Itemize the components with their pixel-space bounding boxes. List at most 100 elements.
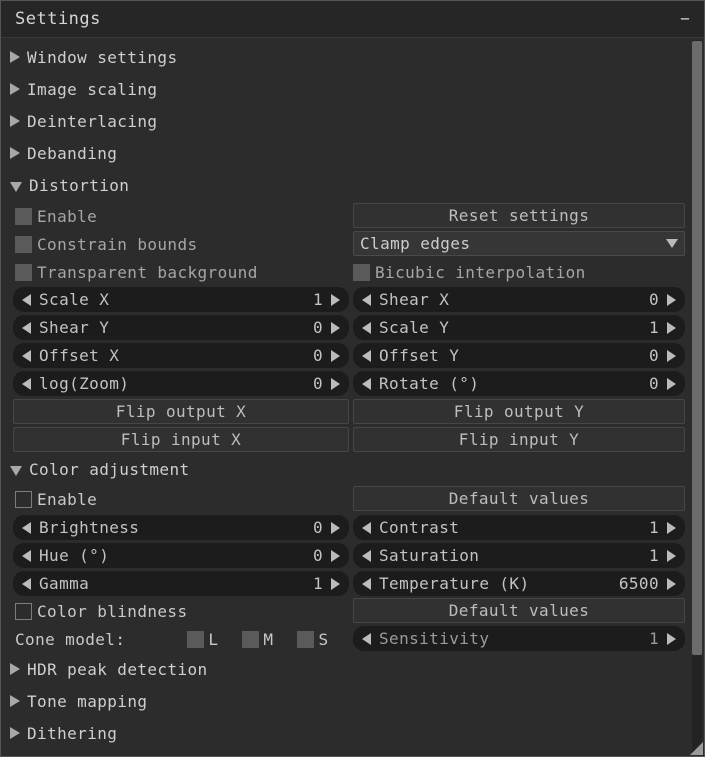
triangle-right-icon: [10, 147, 20, 159]
slider-label: Brightness: [39, 518, 140, 537]
arrow-right-icon[interactable]: [331, 349, 340, 362]
slider-label: Rotate (°): [379, 374, 480, 393]
arrow-right-icon[interactable]: [667, 349, 676, 362]
slider-label: Hue (°): [39, 546, 110, 565]
checkbox-distortion-enable[interactable]: Enable: [15, 204, 97, 228]
checkbox-cone-m[interactable]: M: [242, 630, 273, 649]
slider-offset-x[interactable]: Offset X 0: [13, 343, 349, 368]
slider-saturation[interactable]: Saturation 1: [353, 543, 685, 568]
slider-hue[interactable]: Hue (°) 0: [13, 543, 349, 568]
tree-node-deinterlacing[interactable]: Deinterlacing: [10, 107, 157, 135]
vertical-scrollbar-track[interactable]: [692, 40, 702, 754]
slider-log-zoom[interactable]: log(Zoom) 0: [13, 371, 349, 396]
tree-node-hdr-peak-detection[interactable]: HDR peak detection: [10, 655, 208, 683]
tree-node-distortion[interactable]: Distortion: [10, 171, 129, 199]
arrow-left-icon[interactable]: [362, 577, 371, 590]
tree-node-label: Color adjustment: [29, 459, 190, 479]
arrow-left-icon[interactable]: [362, 293, 371, 306]
slider-label: Contrast: [379, 518, 460, 537]
arrow-left-icon[interactable]: [22, 521, 31, 534]
slider-value: 0: [312, 318, 323, 337]
arrow-left-icon[interactable]: [22, 293, 31, 306]
triangle-right-icon: [10, 727, 20, 739]
slider-brightness[interactable]: Brightness 0: [13, 515, 349, 540]
slider-sensitivity[interactable]: Sensitivity 1: [353, 626, 685, 651]
tree-node-color-adjustment[interactable]: Color adjustment: [10, 455, 190, 483]
checkbox-color-adjustment-enable[interactable]: Enable: [15, 487, 97, 511]
arrow-right-icon[interactable]: [331, 377, 340, 390]
checkbox-label: Enable: [37, 206, 98, 226]
flip-input-x-button[interactable]: Flip input X: [13, 427, 349, 452]
slider-label: Saturation: [379, 546, 480, 565]
slider-shear-y[interactable]: Shear Y 0: [13, 315, 349, 340]
collapse-window-button[interactable]: −: [676, 10, 694, 28]
arrow-left-icon[interactable]: [362, 377, 371, 390]
checkbox-transparent-background[interactable]: Transparent background: [15, 260, 258, 284]
tree-node-label: Image scaling: [27, 79, 158, 99]
checkbox-color-blindness[interactable]: Color blindness: [15, 599, 188, 623]
checkbox-label: Enable: [37, 489, 98, 509]
slider-temperature[interactable]: Temperature (K) 6500: [353, 571, 685, 596]
arrow-left-icon[interactable]: [362, 521, 371, 534]
checkbox-cone-l[interactable]: L: [187, 630, 218, 649]
tree-node-label: Distortion: [29, 175, 130, 195]
slider-gamma[interactable]: Gamma 1: [13, 571, 349, 596]
arrow-left-icon[interactable]: [22, 577, 31, 590]
arrow-left-icon[interactable]: [362, 632, 371, 645]
reset-settings-button[interactable]: Reset settings: [353, 203, 685, 228]
flip-output-y-button[interactable]: Flip output Y: [353, 399, 685, 424]
slider-scale-x[interactable]: Scale X 1: [13, 287, 349, 312]
arrow-right-icon[interactable]: [331, 521, 340, 534]
tree-node-dithering[interactable]: Dithering: [10, 719, 117, 747]
flip-input-y-button[interactable]: Flip input Y: [353, 427, 685, 452]
edge-mode-value: Clamp edges: [360, 234, 471, 253]
color-blindness-default-values-button[interactable]: Default values: [353, 598, 685, 623]
window-titlebar[interactable]: Settings −: [1, 1, 704, 38]
slider-label: Shear Y: [39, 318, 110, 337]
slider-rotate[interactable]: Rotate (°) 0: [353, 371, 685, 396]
arrow-right-icon[interactable]: [331, 293, 340, 306]
slider-shear-x[interactable]: Shear X 0: [353, 287, 685, 312]
slider-label: Scale Y: [379, 318, 450, 337]
arrow-right-icon[interactable]: [667, 321, 676, 334]
checkbox-constrain-bounds[interactable]: Constrain bounds: [15, 232, 198, 256]
edge-mode-combo[interactable]: Clamp edges: [353, 231, 685, 256]
arrow-right-icon[interactable]: [667, 577, 676, 590]
vertical-scrollbar-thumb[interactable]: [692, 41, 702, 655]
arrow-left-icon[interactable]: [22, 377, 31, 390]
tree-node-debanding[interactable]: Debanding: [10, 139, 117, 167]
slider-value: 1: [648, 629, 659, 648]
arrow-right-icon[interactable]: [667, 549, 676, 562]
arrow-left-icon[interactable]: [362, 321, 371, 334]
arrow-right-icon[interactable]: [667, 293, 676, 306]
arrow-left-icon[interactable]: [362, 549, 371, 562]
tree-node-image-scaling[interactable]: Image scaling: [10, 75, 157, 103]
triangle-right-icon: [10, 663, 20, 675]
arrow-right-icon[interactable]: [667, 632, 676, 645]
arrow-left-icon[interactable]: [22, 321, 31, 334]
slider-contrast[interactable]: Contrast 1: [353, 515, 685, 540]
color-adjustment-default-values-button[interactable]: Default values: [353, 486, 685, 511]
checkbox-cone-s[interactable]: S: [297, 630, 328, 649]
arrow-left-icon[interactable]: [362, 349, 371, 362]
slider-label: log(Zoom): [39, 374, 130, 393]
resize-grip[interactable]: [689, 741, 703, 755]
arrow-right-icon[interactable]: [331, 321, 340, 334]
checkbox-label: Constrain bounds: [37, 234, 198, 254]
tree-node-window-settings[interactable]: Window settings: [10, 43, 178, 71]
arrow-right-icon[interactable]: [331, 549, 340, 562]
arrow-right-icon[interactable]: [331, 577, 340, 590]
arrow-right-icon[interactable]: [667, 377, 676, 390]
slider-label: Scale X: [39, 290, 110, 309]
checkbox-box-icon: [242, 630, 260, 648]
arrow-left-icon[interactable]: [22, 349, 31, 362]
arrow-left-icon[interactable]: [22, 549, 31, 562]
checkbox-bicubic-interpolation[interactable]: Bicubic interpolation: [353, 260, 586, 284]
tree-node-tone-mapping[interactable]: Tone mapping: [10, 687, 147, 715]
slider-scale-y[interactable]: Scale Y 1: [353, 315, 685, 340]
flip-output-x-button[interactable]: Flip output X: [13, 399, 349, 424]
checkbox-box-icon: [353, 263, 370, 281]
arrow-right-icon[interactable]: [667, 521, 676, 534]
triangle-right-icon: [10, 115, 20, 127]
slider-offset-y[interactable]: Offset Y 0: [353, 343, 685, 368]
